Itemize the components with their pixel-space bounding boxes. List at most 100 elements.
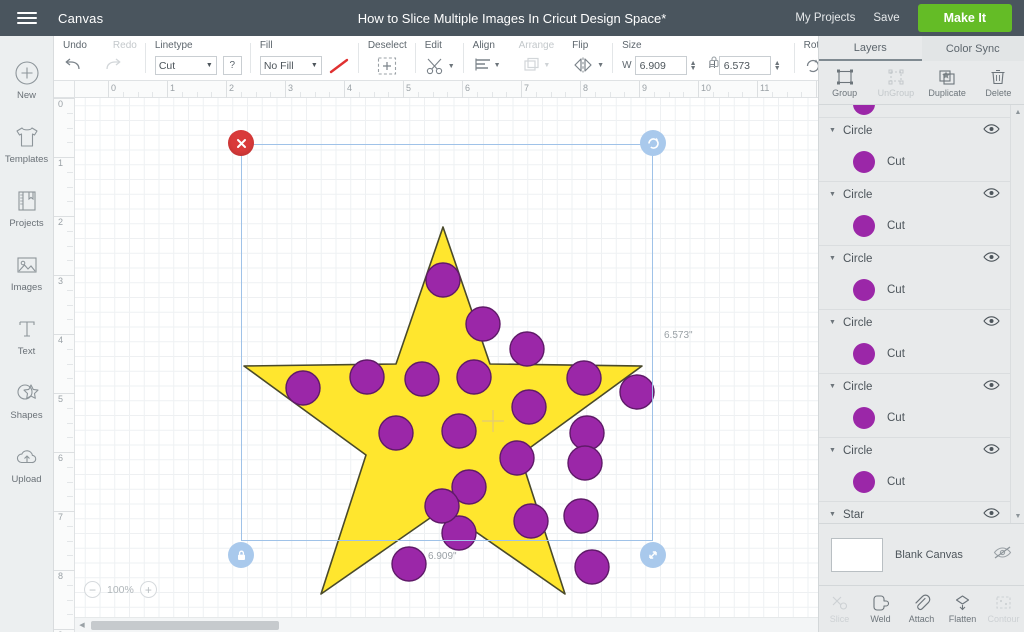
circle-shape[interactable] xyxy=(574,549,610,585)
linetype-select[interactable]: Cut ▼ xyxy=(154,56,217,75)
image-icon xyxy=(16,256,37,273)
layer-child[interactable]: Cut xyxy=(819,335,1010,373)
layer-row[interactable]: ▼ Circle Cut xyxy=(819,118,1010,182)
weld-button[interactable]: Weld xyxy=(860,586,901,632)
circle-shape[interactable] xyxy=(391,546,427,582)
tab-layers[interactable]: Layers xyxy=(819,36,922,61)
fill-select[interactable]: No Fill ▼ xyxy=(259,56,322,75)
no-fill-swatch[interactable] xyxy=(328,56,350,75)
duplicate-button[interactable]: Duplicate xyxy=(922,61,973,104)
ruler-tick xyxy=(816,81,817,98)
layer-header[interactable]: ▼ Circle xyxy=(819,374,1010,399)
layer-color-swatch xyxy=(853,151,875,173)
ruler-tick xyxy=(167,81,168,98)
scroll-up-arrow[interactable]: ▲ xyxy=(1011,105,1024,119)
eye-icon[interactable] xyxy=(983,506,1000,524)
sidebar-item-shapes[interactable]: Shapes xyxy=(0,368,54,432)
vertical-ruler[interactable]: 0123456789 xyxy=(54,81,75,632)
delete-button[interactable]: Delete xyxy=(973,61,1024,104)
horizontal-scrollbar[interactable]: ◀ xyxy=(75,617,818,632)
layer-header[interactable]: ▼ Circle xyxy=(819,182,1010,207)
layer-child[interactable]: Cut xyxy=(819,143,1010,181)
lock-handle[interactable] xyxy=(228,542,254,568)
chevron-down-icon[interactable]: ▼ xyxy=(829,191,843,198)
chevron-down-icon[interactable]: ▼ xyxy=(829,447,843,454)
horizontal-ruler[interactable]: 0123456789101112 xyxy=(54,81,818,98)
width-input[interactable]: 6.909 xyxy=(634,56,687,75)
delete-handle[interactable] xyxy=(228,130,254,156)
ruler-tick xyxy=(462,81,463,98)
layer-row[interactable]: ▼ Circle Cut xyxy=(819,246,1010,310)
edit-button[interactable]: ▼ xyxy=(425,56,455,76)
horizontal-scroll-thumb[interactable] xyxy=(91,620,279,630)
make-it-button[interactable]: Make It xyxy=(917,4,1012,32)
chevron-down-icon[interactable]: ▼ xyxy=(829,319,843,326)
layers-vertical-scrollbar[interactable]: ▲ ▼ xyxy=(1010,105,1024,523)
eye-icon[interactable] xyxy=(983,378,1000,396)
hamburger-icon[interactable] xyxy=(0,0,54,36)
zoom-out-button[interactable]: − xyxy=(84,581,101,598)
chevron-down-icon[interactable]: ▼ xyxy=(829,127,843,134)
layer-header[interactable]: ▼ Circle xyxy=(819,118,1010,143)
my-projects-link[interactable]: My Projects xyxy=(795,12,855,24)
layer-row[interactable]: ▼ Circle Cut xyxy=(819,182,1010,246)
eye-icon[interactable] xyxy=(983,122,1000,140)
ruler-minor-tick xyxy=(67,378,73,380)
attach-button[interactable]: Attach xyxy=(901,586,942,632)
flip-label: Flip xyxy=(572,40,589,51)
layer-header[interactable]: ▼ Circle xyxy=(819,246,1010,271)
layers-list[interactable]: ▼ Circle Cut ▼ Circle Cut ▼ Circle Cut ▼ Circle Cut… xyxy=(819,105,1024,524)
tab-color-sync[interactable]: Color Sync xyxy=(922,36,1024,61)
height-input[interactable]: 6.573 xyxy=(718,56,771,75)
height-stepper[interactable]: ▲ ▼ xyxy=(774,60,781,72)
ruler-minor-tick xyxy=(535,92,537,97)
undo-button[interactable] xyxy=(63,56,83,72)
layer-row[interactable]: ▼ Circle Cut xyxy=(819,374,1010,438)
flip-button[interactable]: ▼ xyxy=(572,56,604,74)
layer-header[interactable]: ▼ Circle xyxy=(819,310,1010,335)
sidebar-item-text[interactable]: Text xyxy=(0,304,54,368)
save-button[interactable]: Save xyxy=(873,12,899,24)
sidebar-item-images[interactable]: Images xyxy=(0,240,54,304)
blank-canvas-row[interactable]: Blank Canvas xyxy=(819,524,1024,586)
chevron-down-icon[interactable]: ▼ xyxy=(829,255,843,262)
chevron-down-icon[interactable]: ▼ xyxy=(829,383,843,390)
layer-child[interactable]: Cut xyxy=(819,207,1010,245)
resize-handle[interactable] xyxy=(640,542,666,568)
ruler-tick xyxy=(226,81,227,98)
canvas-area[interactable]: 6.909" 6.573" 0123456789101112 012345678… xyxy=(54,81,818,632)
layer-child[interactable]: Cut xyxy=(819,271,1010,309)
scroll-left-arrow[interactable]: ◀ xyxy=(75,621,89,629)
eye-icon[interactable] xyxy=(983,314,1000,332)
width-stepper[interactable]: ▲ ▼ xyxy=(690,60,697,72)
chevron-down-icon[interactable]: ▼ xyxy=(829,511,843,518)
align-button[interactable]: ▼ xyxy=(473,56,501,74)
layer-row[interactable] xyxy=(819,105,1010,118)
layer-child[interactable]: Cut xyxy=(819,463,1010,501)
sidebar-item-projects[interactable]: Projects xyxy=(0,176,54,240)
zoom-in-button[interactable]: + xyxy=(139,581,157,598)
layer-header[interactable]: ▼ Circle xyxy=(819,438,1010,463)
eye-off-icon[interactable] xyxy=(993,545,1012,565)
eye-icon[interactable] xyxy=(983,442,1000,460)
rotate-handle[interactable] xyxy=(640,130,666,156)
edit-label: Edit xyxy=(424,40,442,51)
sidebar-item-new[interactable]: New xyxy=(0,48,54,112)
layer-header[interactable]: ▼ Star xyxy=(819,502,1010,523)
scroll-down-arrow[interactable]: ▼ xyxy=(1011,509,1024,523)
eye-icon[interactable] xyxy=(983,186,1000,204)
layer-row[interactable]: ▼StarCut xyxy=(819,502,1010,523)
layer-row[interactable]: ▼ Circle Cut xyxy=(819,310,1010,374)
group-button[interactable]: Group xyxy=(819,61,870,104)
sidebar-item-templates[interactable]: Templates xyxy=(0,112,54,176)
layer-child[interactable]: Cut xyxy=(819,399,1010,437)
linetype-help-button[interactable]: ? xyxy=(222,56,242,75)
layer-row[interactable]: ▼ Circle Cut xyxy=(819,438,1010,502)
sidebar-item-upload[interactable]: Upload xyxy=(0,432,54,496)
ruler-minor-tick xyxy=(181,92,183,97)
deselect-button[interactable] xyxy=(376,56,398,76)
eye-icon[interactable] xyxy=(983,250,1000,268)
flatten-button[interactable]: Flatten xyxy=(942,586,983,632)
layer-child-partial[interactable] xyxy=(819,105,1010,117)
lock-aspect-button[interactable] xyxy=(708,55,721,73)
